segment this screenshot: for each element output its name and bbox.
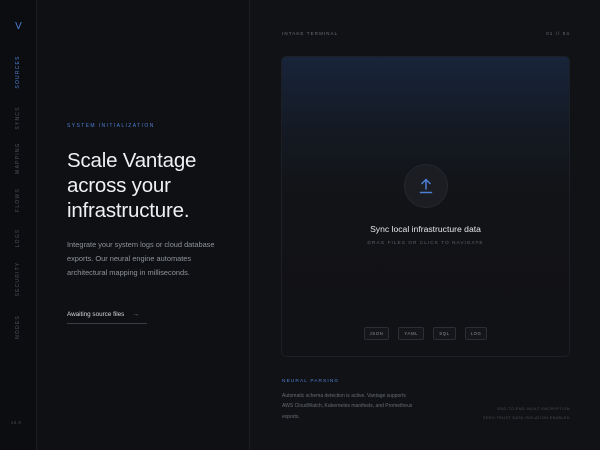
hero-description: Integrate your system logs or cloud data…: [67, 240, 215, 277]
security-meta: END-TO-END VAULT ENCRYPTION ZERO-TRUST D…: [483, 405, 570, 423]
status-label: Awaiting source files: [67, 311, 125, 318]
nav-item-security[interactable]: SECURITY: [15, 262, 21, 297]
isolation-note: ZERO-TRUST DATA ISOLATION ENABLED: [482, 416, 570, 420]
format-badge-log: LOG: [464, 327, 488, 340]
logo-icon[interactable]: V: [13, 22, 24, 32]
nav-item-sources[interactable]: SOURCES: [15, 55, 21, 88]
nav-item-syncs[interactable]: SYNCS: [15, 106, 21, 129]
step-indicator: 01 // 04: [546, 31, 570, 36]
neural-parsing-text: Automatic schema detection is active. Va…: [282, 393, 413, 420]
encryption-note: END-TO-END VAULT ENCRYPTION: [497, 407, 570, 411]
nav-item-flows[interactable]: FLOWS: [15, 188, 21, 212]
format-badge-sql: SQL: [433, 327, 456, 340]
arrow-right-icon: →: [132, 311, 140, 318]
nav-item-logs[interactable]: LOGS: [15, 229, 21, 248]
file-dropzone[interactable]: Sync local infrastructure data DRAG FILE…: [281, 56, 570, 357]
format-badges: JSON YAML SQL LOG: [282, 327, 569, 340]
side-nav: V SOURCES SYNCS MAPPING FLOWS LOGS SECUR…: [0, 0, 37, 450]
page-title: Scale Vantage across your infrastructure…: [67, 149, 197, 222]
format-badge-yaml: YAML: [398, 327, 425, 340]
dropzone-subtitle: DRAG FILES OR CLICK TO NAVIGATE: [367, 241, 484, 246]
awaiting-files-link[interactable]: Awaiting source files →: [67, 311, 147, 324]
version-label: v2.0: [11, 420, 22, 425]
nav-item-nodes[interactable]: NODES: [15, 315, 21, 339]
nav-item-mapping[interactable]: MAPPING: [15, 142, 21, 173]
format-badge-json: JSON: [363, 327, 390, 340]
panel-title: INTAKE TERMINAL: [282, 31, 339, 36]
upload-button[interactable]: [404, 164, 448, 208]
neural-parsing-label: NEURAL PARSING: [282, 379, 340, 384]
hero-eyebrow: SYSTEM INITIALIZATION: [67, 123, 155, 129]
hero-section: SYSTEM INITIALIZATION Scale Vantage acro…: [37, 0, 250, 450]
upload-icon: [419, 178, 433, 194]
intake-panel: INTAKE TERMINAL 01 // 04 Sync local infr…: [250, 0, 600, 450]
dropzone-title: Sync local infrastructure data: [370, 224, 481, 234]
